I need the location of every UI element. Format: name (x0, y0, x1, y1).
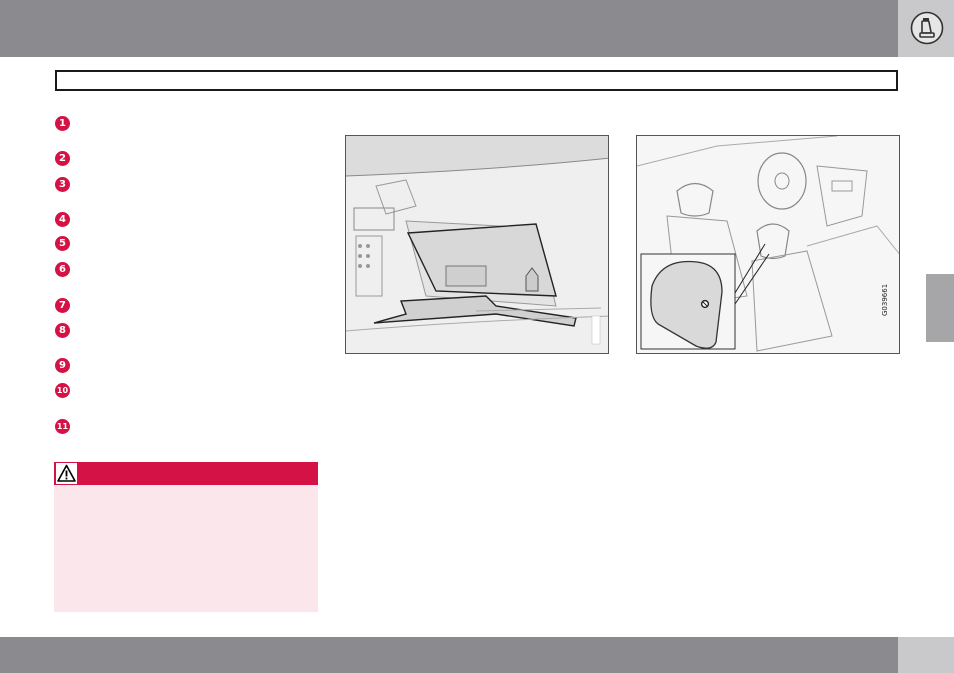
warning-header (54, 462, 318, 485)
header-bar (0, 0, 898, 57)
marker-1: 1 (55, 116, 70, 131)
glovebox-illustration (345, 135, 609, 354)
marker-3: 3 (55, 177, 70, 192)
marker-6: 6 (55, 262, 70, 277)
marker-4: 4 (55, 212, 70, 227)
marker-8: 8 (55, 323, 70, 338)
figure-code: G039661 (881, 283, 889, 316)
footer-corner (898, 637, 954, 673)
section-heading-box (55, 70, 898, 91)
marker-11: 11 (55, 419, 70, 434)
marker-5: 5 (55, 236, 70, 251)
marker-10: 10 (55, 383, 70, 398)
marker-7: 7 (55, 298, 70, 313)
warning-box (54, 462, 318, 612)
seat-icon (910, 11, 944, 45)
headrest-illustration: G039661 (636, 135, 900, 354)
footer-bar (0, 637, 898, 673)
marker-2: 2 (55, 151, 70, 166)
warning-triangle-icon (56, 463, 77, 484)
marker-9: 9 (55, 358, 70, 373)
chapter-tab (926, 274, 954, 342)
